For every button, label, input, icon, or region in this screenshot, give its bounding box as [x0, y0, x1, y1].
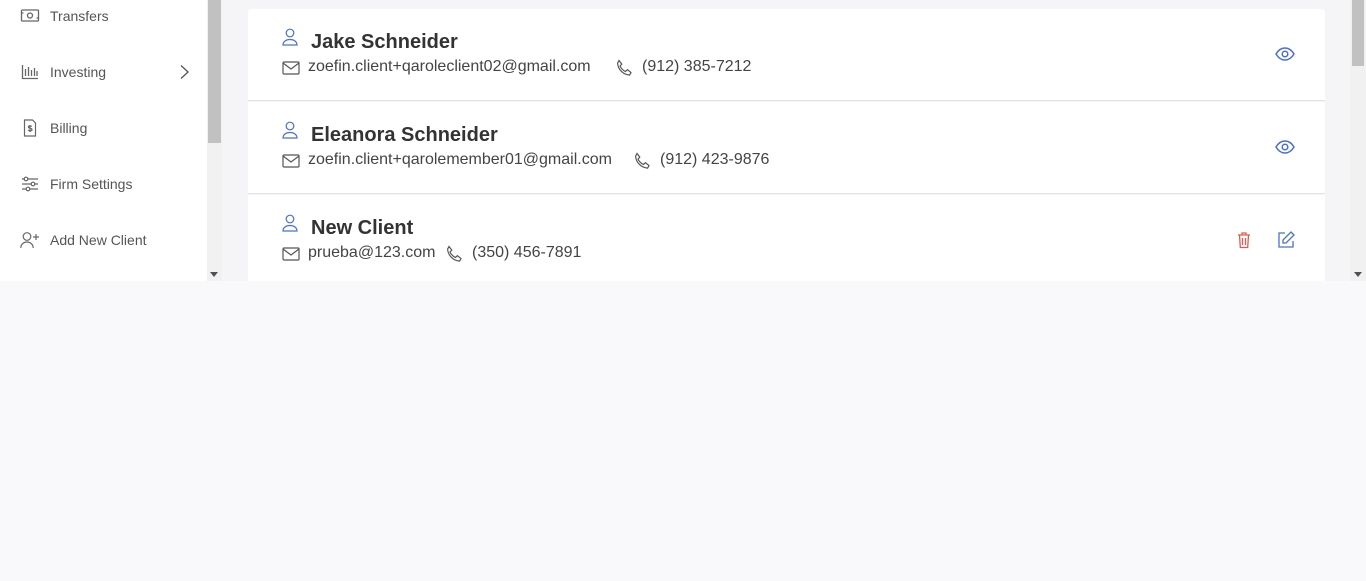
client-name: Jake Schneider — [311, 31, 458, 53]
main-scrollbar[interactable] — [1350, 0, 1366, 281]
edit-icon[interactable] — [1276, 230, 1296, 250]
sidebar-item-firm-settings[interactable]: Firm Settings — [0, 164, 207, 204]
scroll-down-arrow-icon[interactable] — [210, 272, 218, 277]
client-card: New Client prueba@123.com (350) 456-7891 — [248, 195, 1325, 281]
scroll-down-arrow-icon[interactable] — [1354, 272, 1362, 277]
mail-icon — [282, 247, 300, 261]
app-viewport: Transfers Investing Billing Firm Setting… — [0, 0, 1366, 281]
sliders-icon — [20, 174, 40, 194]
add-user-icon — [20, 230, 40, 250]
eye-icon[interactable] — [1275, 44, 1295, 64]
person-icon — [282, 28, 298, 46]
sidebar-item-label: Add New Client — [50, 232, 147, 248]
document-dollar-icon — [20, 118, 40, 138]
sidebar-scrollbar[interactable] — [207, 0, 222, 281]
client-card: Jake Schneider zoefin.client+qaroleclien… — [248, 9, 1325, 101]
main-scrollbar-thumb[interactable] — [1352, 0, 1364, 66]
client-name: Eleanora Schneider — [311, 124, 498, 146]
person-icon — [282, 121, 298, 139]
sidebar-item-investing[interactable]: Investing — [0, 52, 207, 92]
money-icon — [20, 6, 40, 26]
sidebar-item-label: Billing — [50, 120, 88, 136]
phone-icon — [615, 59, 633, 77]
sidebar-scrollbar-thumb[interactable] — [208, 0, 221, 143]
sidebar-item-add-new-client[interactable]: Add New Client — [0, 220, 207, 260]
person-icon — [282, 214, 298, 232]
trash-icon[interactable] — [1234, 230, 1254, 250]
client-name: New Client — [311, 217, 414, 239]
mail-icon — [282, 154, 300, 168]
client-email[interactable]: prueba@123.com — [308, 244, 435, 262]
client-email[interactable]: zoefin.client+qaroleclient02@gmail.com — [308, 58, 591, 76]
mail-icon — [282, 61, 300, 75]
phone-icon — [445, 245, 463, 263]
eye-icon[interactable] — [1275, 137, 1295, 157]
empty-background — [0, 281, 1366, 581]
sidebar-item-label: Firm Settings — [50, 176, 133, 192]
client-card: Eleanora Schneider zoefin.client+qarolem… — [248, 102, 1325, 194]
client-phone[interactable]: (912) 385-7212 — [642, 58, 751, 76]
sidebar-item-label: Transfers — [50, 8, 109, 24]
sidebar-item-label: Investing — [50, 64, 107, 80]
phone-icon — [633, 152, 651, 170]
chevron-right-icon[interactable] — [176, 64, 192, 80]
sidebar-item-transfers[interactable]: Transfers — [0, 0, 207, 36]
sidebar: Transfers Investing Billing Firm Setting… — [0, 0, 207, 281]
sidebar-item-billing[interactable]: Billing — [0, 108, 207, 148]
client-phone[interactable]: (912) 423-9876 — [660, 151, 769, 169]
chart-icon — [20, 62, 40, 82]
client-phone[interactable]: (350) 456-7891 — [472, 244, 581, 262]
client-email[interactable]: zoefin.client+qarolemember01@gmail.com — [308, 151, 612, 169]
